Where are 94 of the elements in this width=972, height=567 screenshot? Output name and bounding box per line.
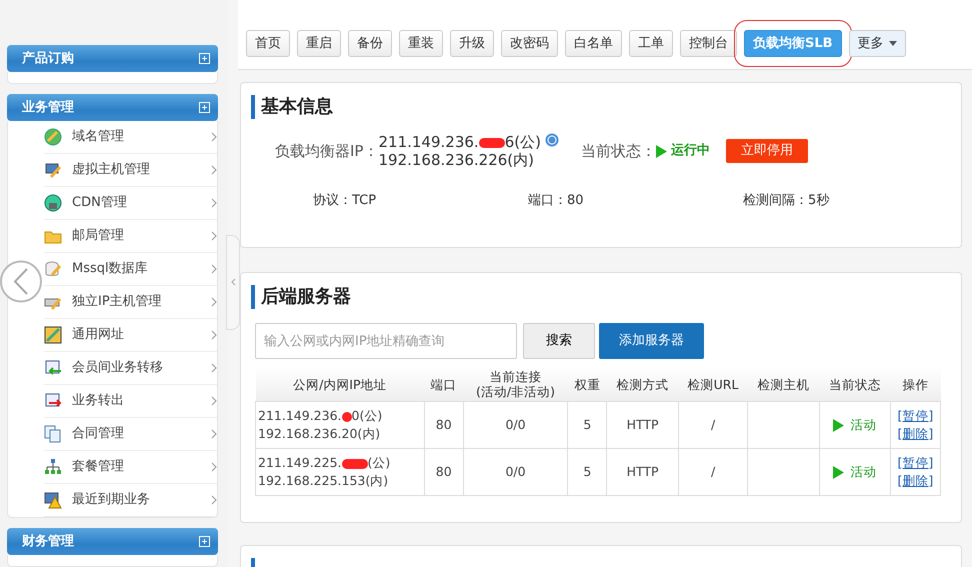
help-icon [544, 133, 559, 147]
toolbar-button[interactable]: 改密码 [501, 30, 558, 57]
info-text: 协议：TCP [313, 192, 378, 210]
table-cell: / [678, 402, 748, 448]
sidebar-item[interactable]: 套餐管理 [44, 451, 217, 484]
table-cell: / [678, 448, 748, 496]
sidebar-item[interactable]: 会员间业务转移 [44, 352, 217, 385]
search-field[interactable]: 输入公网或内网IP地址精确查询 [255, 323, 517, 359]
ip-address: 211.149.236. [258, 408, 342, 423]
status-text: 活动 [850, 464, 876, 479]
table-cell: HTTP [606, 448, 678, 496]
sidebar-item[interactable]: CDN管理 [44, 187, 217, 220]
ip-address: 0(公) [352, 408, 382, 423]
expand-icon [199, 102, 210, 113]
chevron-icon [211, 330, 217, 340]
ip-address: 6(公) [504, 133, 541, 151]
sidebar-item[interactable]: 业务转出 [44, 385, 217, 418]
play-icon [833, 466, 846, 479]
toolbar-button[interactable]: 重启 [297, 30, 341, 57]
sidebar-item[interactable]: 虚拟主机管理 [44, 154, 217, 187]
sidebar-item[interactable]: 合同管理 [44, 418, 217, 451]
sitemap-icon [44, 458, 62, 476]
ip-address: 211.149.225. [258, 455, 342, 470]
chevron-icon [211, 363, 217, 373]
search-button[interactable]: 搜索 [523, 323, 595, 359]
map-icon [44, 326, 62, 344]
expand-icon [199, 536, 210, 547]
play-icon [656, 144, 667, 158]
globe-icon [44, 194, 62, 212]
status-text: 运行中 [670, 142, 710, 160]
toolbar-button[interactable]: 备份 [348, 30, 392, 57]
toolbar-button[interactable]: 控制台 [680, 30, 737, 57]
transfer-icon [44, 359, 62, 377]
ip-address: 192.168.236.226(内) [378, 151, 536, 169]
chevron-icon [211, 198, 217, 208]
add-server-button[interactable]: 添加服务器 [599, 323, 704, 359]
table-cell: 80 [424, 402, 464, 448]
action-link[interactable]: [暂停] [892, 407, 938, 425]
panel-title: 产品订购 [22, 50, 74, 68]
table-cell: 0/0 [463, 402, 568, 448]
sidebar-item[interactable]: 通用网址 [44, 319, 217, 352]
chevron-icon [211, 429, 217, 439]
info-text: 检测间隔：5秒 [743, 192, 830, 210]
section-title: 后端服务器 [251, 285, 941, 309]
table-cell: 80 [424, 448, 464, 496]
warning-icon [44, 491, 62, 509]
chevron-icon [211, 462, 217, 472]
redaction-mark [342, 412, 352, 422]
panel-title: 业务管理 [22, 98, 74, 117]
chevron-icon [211, 132, 217, 142]
chevron-icon [211, 264, 217, 274]
panel-title: 财务管理 [22, 532, 74, 551]
documents-icon [44, 425, 62, 443]
database-icon [44, 260, 62, 278]
dropdown-button[interactable]: 更多 [848, 30, 906, 57]
status-text: 活动 [850, 416, 876, 432]
sidebar-item[interactable]: 域名管理 [44, 121, 217, 154]
monitor-icon [44, 161, 62, 179]
table-cell: 5 [568, 402, 607, 448]
action-link[interactable]: [暂停] [892, 454, 938, 472]
chevron-icon [211, 165, 217, 175]
toolbar-button[interactable]: 重装 [399, 30, 443, 57]
toolbar-button[interactable]: 升级 [450, 30, 494, 57]
globe-icon [44, 128, 62, 146]
chevron-icon [211, 495, 217, 505]
redaction-mark [478, 138, 505, 148]
info-text: 端口：80 [528, 192, 585, 210]
table-cell: HTTP [606, 402, 678, 448]
sidebar-item[interactable]: 邮局管理 [44, 220, 217, 253]
toolbar-button[interactable]: 首页 [246, 30, 290, 57]
toolbar-button[interactable]: 白名单 [565, 30, 622, 57]
field-label: 当前状态： [580, 140, 656, 162]
field-label: 负载均衡器IP： [275, 140, 378, 162]
table-cell: 5 [568, 448, 607, 496]
action-link[interactable]: [删除] [892, 425, 938, 443]
play-icon [833, 418, 846, 432]
ip-address: 192.168.236.20(内) [258, 425, 382, 443]
sidebar-item[interactable]: 最近到期业务 [44, 484, 217, 517]
stop-button[interactable]: 立即停用 [726, 139, 808, 163]
ip-address: 211.149.236. [378, 133, 479, 151]
redaction-mark [342, 458, 368, 469]
chevron-icon [211, 231, 217, 241]
section-title: 基本信息 [251, 95, 949, 119]
expand-icon [199, 53, 210, 64]
table-cell: 0/0 [463, 448, 568, 496]
ip-address: 192.168.225.153(内) [258, 472, 390, 490]
ip-address: (公) [368, 455, 390, 470]
chevron-icon [211, 396, 217, 406]
chevron-icon [211, 297, 217, 307]
sidebar-item[interactable]: Mssql数据库 [44, 253, 217, 286]
sidebar-item[interactable]: 独立IP主机管理 [44, 286, 217, 319]
action-link[interactable]: [删除] [892, 472, 938, 490]
caret-icon [888, 40, 897, 46]
toolbar-button[interactable]: 工单 [629, 30, 673, 57]
